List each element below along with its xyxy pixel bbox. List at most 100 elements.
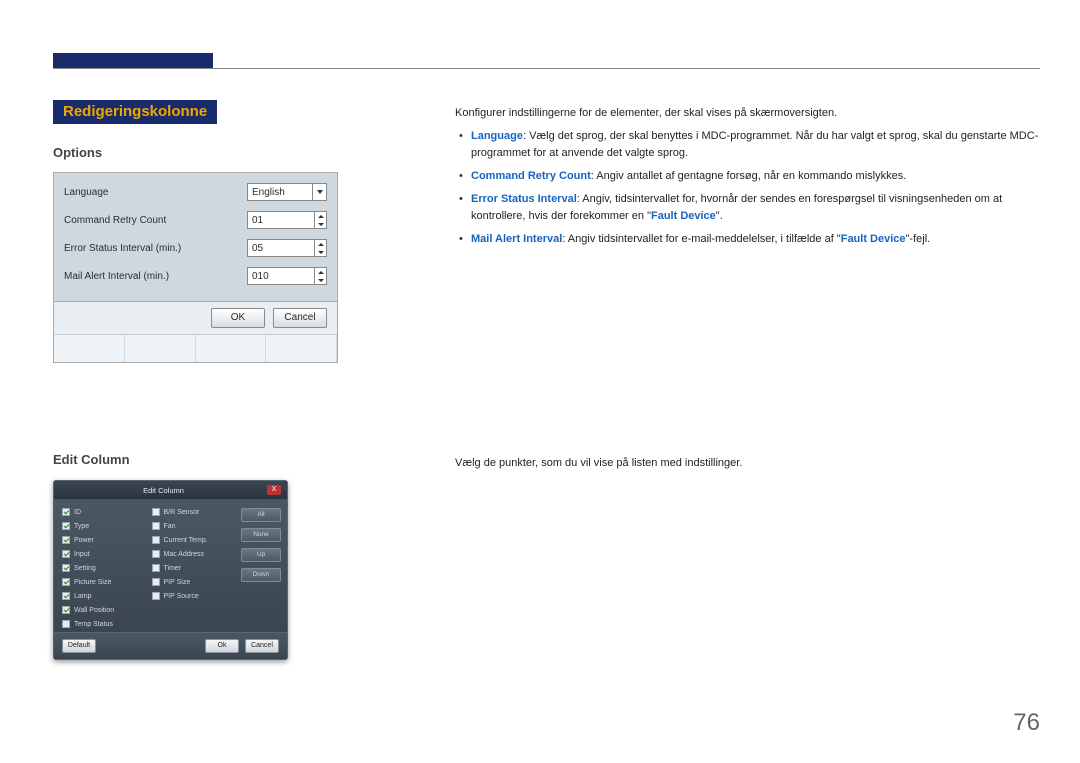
edit-column-checkbox-item[interactable]: Temp Status [62, 620, 148, 628]
chevron-down-icon [312, 184, 326, 200]
spin-up-icon[interactable] [315, 212, 326, 220]
checkbox-icon[interactable] [62, 592, 70, 600]
options-description: Konfigurer indstillingerne for de elemen… [455, 105, 1040, 254]
checkbox-icon[interactable] [62, 536, 70, 544]
edit-column-item-label: Mac Address [164, 551, 204, 558]
edit-column-checkbox-item[interactable]: Current Temp. [152, 536, 238, 544]
edit-column-checkbox-item[interactable]: PIP Source [152, 592, 238, 600]
checkbox-icon[interactable] [152, 522, 160, 530]
edit-column-checkbox-item[interactable]: Picture Size [62, 578, 148, 586]
edit-column-item-label: Picture Size [74, 579, 111, 586]
text-retry: : Angiv antallet af gentagne forsøg, når… [591, 170, 907, 182]
edit-column-item-label: Lamp [74, 593, 92, 600]
edit-column-item-label: Type [74, 523, 89, 530]
edit-column-checkbox-item[interactable]: Mac Address [152, 550, 238, 558]
checkbox-icon[interactable] [152, 564, 160, 572]
options-retry-label: Command Retry Count [64, 215, 247, 226]
checkbox-icon[interactable] [62, 522, 70, 530]
edit-column-checkbox-item[interactable]: Power [62, 536, 148, 544]
checkbox-icon[interactable] [152, 536, 160, 544]
text-mail-b: "-fejl. [906, 233, 931, 245]
edit-column-checkbox-item[interactable]: PIP Size [152, 578, 238, 586]
highlight-fault-device-1: Fault Device [651, 210, 716, 222]
edit-column-item-label: Temp Status [74, 621, 113, 628]
edit-column-item-label: Setting [74, 565, 96, 572]
checkbox-icon[interactable] [62, 564, 70, 572]
edit-column-checkbox-item[interactable]: Fan [152, 522, 238, 530]
options-intro: Konfigurer indstillingerne for de elemen… [455, 105, 1040, 122]
checkbox-icon[interactable] [152, 578, 160, 586]
checkbox-icon[interactable] [62, 550, 70, 558]
spin-up-icon[interactable] [315, 240, 326, 248]
edit-column-checkbox-item[interactable]: Type [62, 522, 148, 530]
options-bullet-error: Error Status Interval: Angiv, tidsinterv… [471, 191, 1040, 225]
edit-column-checkbox-item[interactable]: Input [62, 550, 148, 558]
edit-column-item-label: Input [74, 551, 90, 558]
checkbox-icon[interactable] [152, 508, 160, 516]
options-mail-value: 010 [248, 271, 314, 282]
checkbox-icon[interactable] [152, 550, 160, 558]
edit-column-item-label: Timer [164, 565, 182, 572]
edit-column-all-button[interactable]: All [241, 508, 281, 522]
options-grid-footer [54, 334, 337, 362]
edit-column-checkbox-item[interactable]: Lamp [62, 592, 148, 600]
page-number: 76 [1013, 709, 1040, 737]
options-bullet-language: Language: Vælg det sprog, der skal benyt… [471, 128, 1040, 162]
edit-column-heading: Edit Column [53, 452, 353, 467]
edit-column-item-label: Fan [164, 523, 176, 530]
edit-column-dialog-title: Edit Column [60, 486, 267, 495]
edit-column-item-label: PIP Source [164, 593, 199, 600]
options-bullet-retry: Command Retry Count: Angiv antallet af g… [471, 168, 1040, 185]
checkbox-icon[interactable] [62, 606, 70, 614]
options-mail-label: Mail Alert Interval (min.) [64, 271, 247, 282]
options-error-label: Error Status Interval (min.) [64, 243, 247, 254]
section-title: Redigeringskolonne [53, 100, 217, 124]
highlight-mail: Mail Alert Interval [471, 233, 562, 245]
edit-column-checkbox-item[interactable]: ID [62, 508, 148, 516]
edit-column-description: Vælg de punkter, som du vil vise på list… [455, 455, 1040, 472]
edit-column-item-label: ID [74, 509, 81, 516]
options-language-label: Language [64, 187, 247, 198]
edit-column-checkbox-item[interactable]: Wall Position [62, 606, 148, 614]
spin-down-icon[interactable] [315, 248, 326, 256]
edit-column-item-label: B/R Sensor [164, 509, 200, 516]
options-language-value: English [248, 187, 312, 198]
edit-column-none-button[interactable]: None [241, 528, 281, 542]
spin-down-icon[interactable] [315, 276, 326, 284]
cancel-button[interactable]: Cancel [273, 308, 327, 328]
default-button[interactable]: Default [62, 639, 96, 653]
options-heading: Options [53, 145, 353, 160]
checkbox-icon[interactable] [62, 620, 70, 628]
edit-column-item-label: Power [74, 537, 94, 544]
close-icon[interactable]: X [267, 485, 281, 495]
checkbox-icon[interactable] [62, 578, 70, 586]
options-mail-spinner[interactable]: 010 [247, 267, 327, 285]
checkbox-icon[interactable] [152, 592, 160, 600]
ok-button[interactable]: Ok [205, 639, 239, 653]
edit-column-dialog-screenshot: Edit Column X ID Type Power Input Setting Pic… [53, 480, 353, 660]
edit-column-down-button[interactable]: Down [241, 568, 281, 582]
highlight-fault-device-2: Fault Device [841, 233, 906, 245]
options-retry-spinner[interactable]: 01 [247, 211, 327, 229]
edit-column-checkbox-item[interactable]: Setting [62, 564, 148, 572]
text-error-b: ". [716, 210, 723, 222]
edit-column-checkbox-item[interactable]: Timer [152, 564, 238, 572]
text-mail-a: : Angiv tidsintervallet for e-mail-medde… [562, 233, 840, 245]
options-bullet-mail: Mail Alert Interval: Angiv tidsintervall… [471, 231, 1040, 248]
highlight-error: Error Status Interval [471, 193, 577, 205]
options-error-spinner[interactable]: 05 [247, 239, 327, 257]
checkbox-icon[interactable] [62, 508, 70, 516]
edit-column-item-label: Current Temp. [164, 537, 208, 544]
spin-down-icon[interactable] [315, 220, 326, 228]
options-error-value: 05 [248, 243, 314, 254]
text-language: : Vælg det sprog, der skal benyttes i MD… [471, 130, 1038, 159]
cancel-button[interactable]: Cancel [245, 639, 279, 653]
highlight-retry: Command Retry Count [471, 170, 591, 182]
spin-up-icon[interactable] [315, 268, 326, 276]
options-retry-value: 01 [248, 215, 314, 226]
edit-column-checkbox-item[interactable]: B/R Sensor [152, 508, 238, 516]
ok-button[interactable]: OK [211, 308, 265, 328]
options-language-select[interactable]: English [247, 183, 327, 201]
edit-column-up-button[interactable]: Up [241, 548, 281, 562]
edit-column-item-label: PIP Size [164, 579, 191, 586]
